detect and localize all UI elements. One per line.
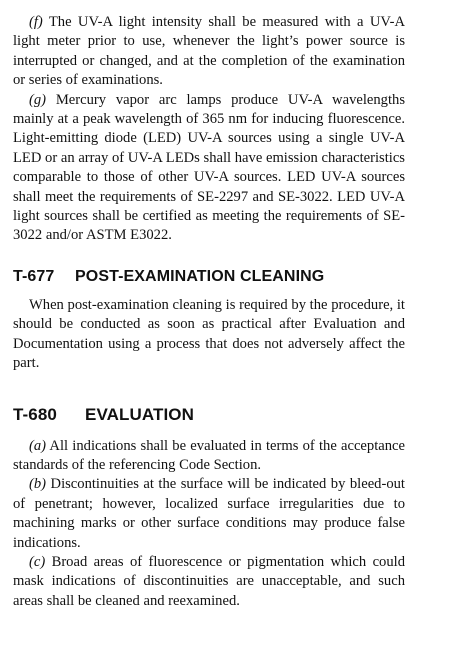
section-title-t680: EVALUATION: [85, 404, 194, 424]
paragraph-b: (b) Discontinuities at the surface will …: [13, 475, 405, 553]
section-heading-t680: T-680 EVALUATION: [13, 405, 405, 425]
paragraph-c: (c) Broad areas of fluorescence or pigme…: [13, 553, 405, 611]
section-heading-t677: T-677 POST-EXAMINATION CLEANING: [13, 267, 405, 287]
paragraph-marker-a: (a): [29, 437, 47, 454]
section-number-t677: T-677: [13, 267, 55, 285]
paragraph-f: (f) The UV-A light intensity shall be me…: [13, 13, 405, 91]
document-page: (f) The UV-A light intensity shall be me…: [13, 13, 405, 611]
section-number-t680: T-680: [13, 404, 57, 424]
paragraph-marker-g: (g): [29, 91, 47, 108]
paragraph-text-g: Mercury vapor arc lamps produce UV-A wav…: [13, 91, 405, 244]
paragraph-text-a: All indications shall be evaluated in te…: [13, 437, 405, 473]
section-body-t677: When post-examination cleaning is requir…: [13, 296, 405, 372]
paragraph-text-b: Discontinuities at the surface will be i…: [13, 476, 405, 551]
paragraph-text-f: The UV-A light intensity shall be measur…: [13, 14, 405, 89]
paragraph-marker-f: (f): [29, 14, 43, 30]
paragraph-marker-c: (c): [29, 553, 46, 570]
section-title-t677: POST-EXAMINATION CLEANING: [75, 267, 325, 285]
paragraph-text-c: Broad areas of fluorescence or pigmentat…: [13, 553, 405, 609]
paragraph-g: (g) Mercury vapor arc lamps produce UV-A…: [13, 91, 405, 246]
paragraph-marker-b: (b): [29, 476, 47, 493]
paragraph-a: (a) All indications shall be evaluated i…: [13, 437, 405, 476]
